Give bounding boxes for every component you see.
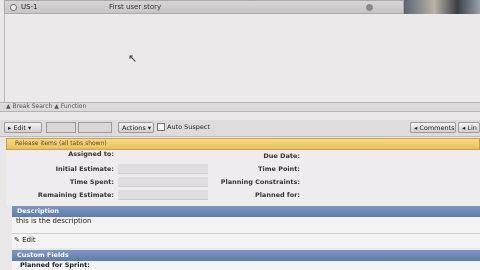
auto-suspect-toggle[interactable]: Auto Suspect (157, 123, 210, 131)
story-row[interactable]: US-1 First user story (4, 0, 404, 14)
description-edit-link[interactable]: ✎ Edit (14, 236, 36, 244)
toolbar-field-2[interactable] (78, 122, 112, 133)
description-edit-row: ✎ Edit (12, 233, 480, 248)
divider (4, 14, 5, 102)
work-item-list (4, 14, 480, 102)
mouse-cursor-icon: ↖ (128, 52, 138, 65)
row-status-icon (366, 4, 373, 11)
assigned-to-label: Assigned to: (68, 150, 114, 158)
comments-button[interactable]: ◂ Comments (410, 122, 456, 133)
row-select-radio[interactable] (10, 4, 17, 11)
pane-splitter[interactable]: ▲ Break Search ▲ Function (0, 102, 480, 112)
edit-button[interactable]: ▸ Edit ▾ (4, 122, 42, 133)
planned-for-sprint-label: Planned for Sprint: (20, 261, 90, 269)
planned-for-label: Planned for: (254, 191, 300, 199)
description-body[interactable]: this is the description (12, 217, 480, 233)
auto-suspect-label: Auto Suspect (167, 123, 211, 131)
description-section-header[interactable]: Description (12, 206, 480, 217)
editor-toolbar: ▸ Edit ▾ Actions ▾ Auto Suspect ◂ Commen… (0, 120, 480, 137)
initial-estimate-field[interactable] (118, 164, 208, 174)
description-text: this is the description (16, 217, 92, 225)
toolbar-field-1[interactable] (46, 122, 76, 133)
initial-estimate-label: Initial Estimate: (55, 165, 114, 173)
due-date-label: Due Date: (263, 152, 300, 160)
planning-constraints-label: Planning Constraints: (220, 178, 300, 186)
remaining-estimate-label: Remaining Estimate: (37, 191, 114, 199)
banner-text: Release items (all tabs shown) (15, 140, 107, 147)
story-title[interactable]: First user story (109, 3, 161, 11)
splitter-label: ▲ Break Search ▲ Function (6, 103, 87, 110)
custom-fields-body: Planned for Sprint: (12, 261, 480, 270)
description-header-label: Description (17, 207, 60, 215)
info-banner: Release items (all tabs shown) (6, 138, 480, 150)
story-id: US-1 (21, 3, 38, 11)
attributes-panel: Assigned to: Initial Estimate: Time Spen… (6, 150, 480, 206)
auto-suspect-checkbox[interactable] (157, 123, 165, 131)
time-spent-label: Time Spent: (69, 178, 114, 186)
links-button[interactable]: ◂ Lin (458, 122, 480, 133)
actions-menu-button[interactable]: Actions ▾ (118, 122, 154, 133)
time-spent-field[interactable] (118, 177, 208, 187)
custom-fields-section-header[interactable]: Custom Fields (12, 250, 480, 261)
custom-fields-header-label: Custom Fields (17, 251, 69, 259)
time-point-label: Time Point: (258, 165, 300, 173)
remaining-estimate-field[interactable] (118, 190, 208, 200)
